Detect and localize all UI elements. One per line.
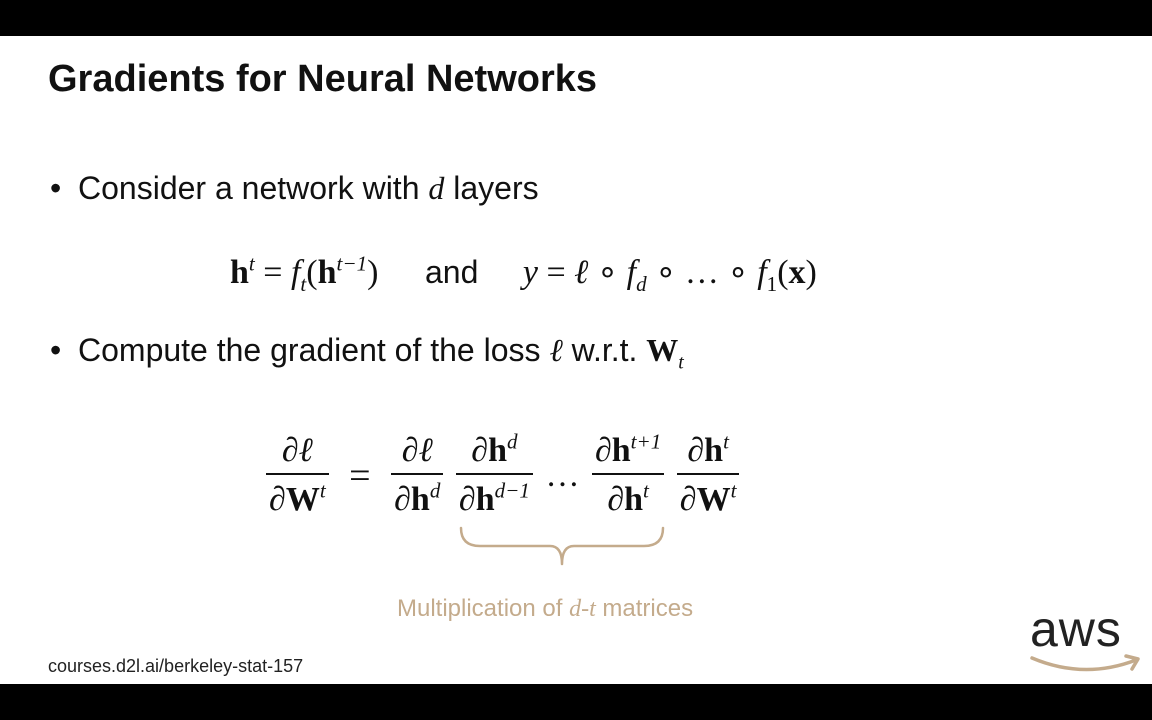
formula-paren: (: [306, 254, 318, 291]
var-W: W: [646, 332, 679, 368]
formula-ell: ℓ: [574, 254, 589, 291]
formula-y: y: [522, 254, 538, 291]
formula-eq: =: [263, 254, 283, 291]
formula-f: f: [626, 254, 637, 291]
fraction-dl-dhd: ∂ℓ ∂hd: [391, 432, 444, 519]
fraction-bar: [391, 473, 444, 475]
numerator: ∂ht: [677, 429, 740, 470]
fraction-bar: [266, 473, 329, 475]
formula-paren: ): [367, 254, 379, 291]
partial-symbol: ∂: [471, 432, 489, 469]
formula-sup: t: [319, 478, 326, 503]
formula-h: h: [230, 254, 249, 291]
formula-sup: t−1: [336, 251, 368, 276]
var-W-sub: t: [678, 351, 684, 374]
fraction-dhd-dhdm1: ∂hd ∂hd−1: [455, 429, 533, 519]
formula-f: f: [757, 254, 767, 291]
fraction-dl-dWt: ∂ℓ ∂Wt: [266, 432, 329, 519]
formula-dots: …: [684, 254, 719, 291]
denominator: ∂Wt: [677, 478, 740, 519]
bullet-marker: •: [50, 170, 62, 206]
formula-eq: =: [349, 454, 371, 497]
denominator: ∂ht: [592, 478, 664, 519]
formula-W: W: [285, 481, 320, 518]
footer-url: courses.d2l.ai/berkeley-stat-157: [48, 656, 304, 676]
formula-W: W: [696, 481, 731, 518]
partial-symbol: ∂: [594, 432, 612, 469]
denominator: ∂Wt: [266, 478, 329, 519]
formula-h: h: [475, 481, 495, 518]
formula-circ: ∘: [655, 254, 677, 291]
aws-logo: aws: [1028, 601, 1146, 680]
partial-symbol: ∂: [401, 432, 419, 469]
curly-brace-icon: [459, 526, 665, 566]
formula-sup: d: [507, 429, 518, 454]
formula-h: h: [704, 432, 724, 469]
formula-sup: t: [730, 478, 737, 503]
partial-symbol: ∂: [687, 432, 705, 469]
formula-ell: ℓ: [418, 432, 433, 469]
fraction-dht-dWt: ∂ht ∂Wt: [676, 429, 740, 519]
bullet-text: layers: [444, 170, 539, 206]
denominator: ∂hd: [391, 478, 443, 519]
numerator: ∂ht+1: [592, 429, 664, 470]
formula-sub: d: [636, 271, 647, 296]
partial-symbol: ∂: [394, 481, 411, 518]
formula-f: f: [290, 254, 301, 291]
bullet-marker: •: [50, 332, 62, 368]
formula-sup: d−1: [494, 478, 530, 503]
formula-h: h: [317, 254, 337, 291]
bullet-compute-gradient: • Compute the gradient of the loss ℓ w.r.…: [50, 332, 684, 372]
partial-symbol: ∂: [607, 481, 625, 518]
bullet-text: Compute the gradient of the loss: [78, 332, 550, 368]
fraction-bar: [676, 473, 740, 475]
slide-title: Gradients for Neural Networks: [48, 58, 598, 100]
formula-h: h: [488, 432, 507, 469]
numerator: ∂hd: [456, 429, 533, 470]
brace-caption: Multiplication of d-t matrices: [397, 595, 693, 623]
formula-sup: d: [429, 478, 441, 503]
bullet-consider-network: • Consider a network with d layers: [50, 170, 539, 207]
numerator: ∂ℓ: [266, 432, 329, 470]
numerator: ∂ℓ: [391, 432, 443, 470]
partial-symbol: ∂: [281, 432, 299, 469]
bullet-text: Consider a network with: [78, 170, 429, 206]
formula-ell: ℓ: [298, 432, 313, 469]
formula-and: and: [424, 254, 479, 290]
formula-sup: t: [723, 429, 729, 454]
amazon-smile-icon: [1030, 654, 1140, 672]
formula-sub: 1: [766, 271, 778, 296]
formula-sup: t+1: [630, 429, 662, 454]
layer-formula: ht = ft(ht−1) and y = ℓ ∘ fd ∘ … ∘ f1(x): [230, 251, 817, 294]
fraction-dhtp1-dht: ∂ht+1 ∂ht: [591, 429, 665, 519]
caption-text: Multiplication of: [397, 595, 570, 622]
slide: Gradients for Neural Networks • Consider …: [0, 36, 1152, 684]
fraction-bar: [455, 473, 533, 475]
formula-paren: ): [805, 254, 817, 291]
formula-circ: ∘: [596, 254, 619, 291]
partial-symbol: ∂: [679, 481, 697, 518]
formula-x: x: [788, 254, 806, 291]
formula-h: h: [410, 481, 430, 518]
caption-text: matrices: [595, 595, 694, 622]
partial-symbol: ∂: [458, 481, 476, 518]
formula-dots: …: [545, 456, 580, 494]
formula-sup: t: [643, 478, 649, 503]
caption-var: d-t: [569, 596, 596, 622]
formula-paren: (: [777, 254, 789, 291]
formula-h: h: [611, 432, 631, 469]
formula-h: h: [624, 481, 644, 518]
var-d: d: [428, 170, 445, 206]
partial-symbol: ∂: [269, 481, 286, 518]
formula-sup: t: [248, 251, 255, 276]
fraction-bar: [591, 473, 665, 475]
var-ell: ℓ: [549, 332, 563, 368]
bullet-text: w.r.t.: [562, 332, 647, 368]
formula-circ: ∘: [727, 254, 749, 291]
denominator: ∂hd−1: [456, 478, 533, 519]
formula-eq: =: [546, 254, 566, 291]
